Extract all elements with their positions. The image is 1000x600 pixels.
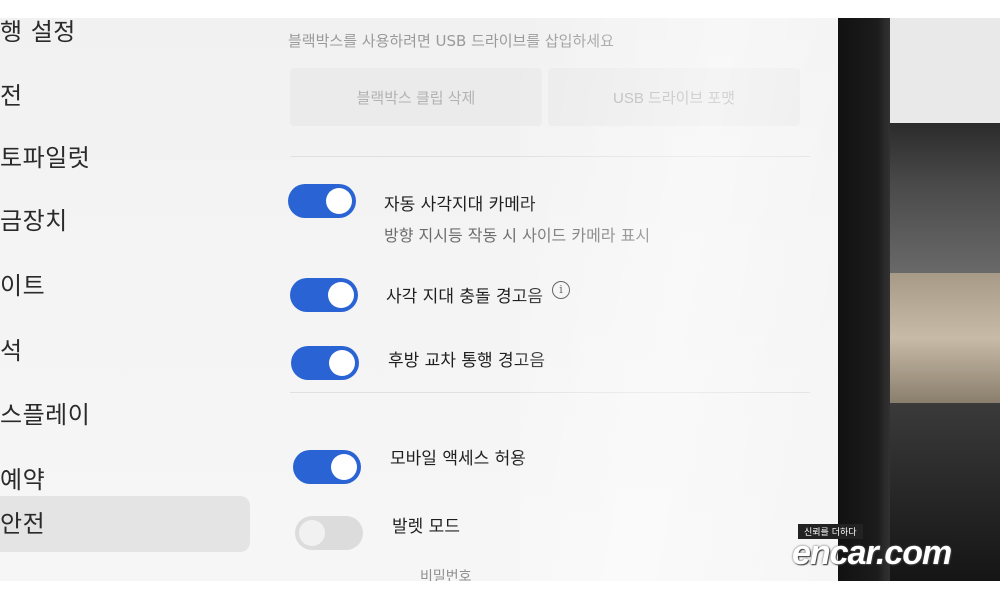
delete-dashcam-clips-button[interactable]: 블랙박스 클립 삭제 <box>290 68 542 126</box>
toggle-knob <box>326 188 352 214</box>
section-divider <box>290 156 810 157</box>
sidebar-item-schedule[interactable]: 예약 <box>0 460 45 495</box>
sidebar-item-display[interactable]: 스플레이 <box>0 395 90 430</box>
blind-spot-chime-toggle[interactable] <box>290 278 358 312</box>
screen-bezel-and-interior <box>838 18 1000 581</box>
window-area <box>890 18 1000 123</box>
toggle-knob <box>329 350 355 376</box>
rear-cross-traffic-label: 후방 교차 통행 경고음 <box>388 351 545 371</box>
toggle-knob <box>299 520 325 546</box>
settings-sidebar: 행 설정 전 토파일럿 금장치 이트 석 스플레이 예약 안전 <box>0 18 260 581</box>
pin-setting-label: 비밀번호 <box>420 569 472 581</box>
section-divider <box>290 392 810 393</box>
usb-hint-text: 블랙박스를 사용하려면 USB 드라이브를 삽입하세요 <box>288 32 614 50</box>
watermark-logo: encar.com <box>792 534 952 572</box>
sidebar-item-locks[interactable]: 금장치 <box>0 201 68 236</box>
mobile-access-label: 모바일 액세스 허용 <box>390 449 526 469</box>
encar-watermark: 신뢰를 더하다 encar.com <box>792 524 1000 574</box>
toggle-knob <box>328 282 354 308</box>
sidebar-item-charging[interactable]: 전 <box>0 76 23 111</box>
toggle-knob <box>331 454 357 480</box>
sidebar-item-seats[interactable]: 석 <box>0 331 23 366</box>
blind-spot-camera-toggle[interactable] <box>288 184 356 218</box>
sidebar-item-autopilot[interactable]: 토파일럿 <box>0 138 90 173</box>
blind-spot-camera-label: 자동 사각지대 카메라 <box>384 195 536 215</box>
blind-spot-chime-label: 사각 지대 충돌 경고음 <box>386 287 543 307</box>
info-icon[interactable]: i <box>552 281 570 299</box>
valet-mode-label: 발렛 모드 <box>392 517 460 537</box>
sidebar-item-lights[interactable]: 이트 <box>0 266 45 301</box>
wood-trim <box>890 273 1000 403</box>
format-usb-button[interactable]: USB 드라이브 포맷 <box>548 68 800 126</box>
blind-spot-camera-description: 방향 지시등 작동 시 사이드 카메라 표시 <box>384 226 651 245</box>
rear-cross-traffic-toggle[interactable] <box>291 346 359 380</box>
sidebar-item-driving-settings[interactable]: 행 설정 <box>0 18 76 47</box>
safety-settings-panel: 블랙박스를 사용하려면 USB 드라이브를 삽입하세요 블랙박스 클립 삭제 U… <box>260 18 838 581</box>
dashboard-area <box>890 123 1000 278</box>
sidebar-item-safety[interactable]: 안전 <box>0 496 250 552</box>
dashcam-button-row: 블랙박스 클립 삭제 USB 드라이브 포맷 <box>290 68 800 126</box>
mobile-access-toggle[interactable] <box>293 450 361 484</box>
tesla-settings-screen: 행 설정 전 토파일럿 금장치 이트 석 스플레이 예약 안전 블랙박스를 사용… <box>0 18 838 581</box>
valet-mode-toggle[interactable] <box>295 516 363 550</box>
